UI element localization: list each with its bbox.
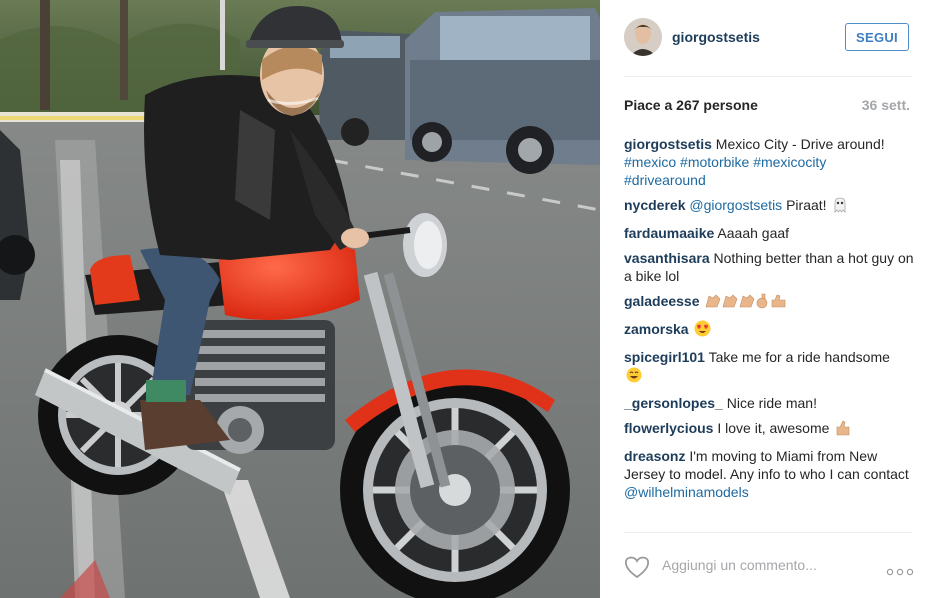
comment-item: dreasonz I'm moving to Miami from New Je… bbox=[624, 447, 916, 501]
comments-list: giorgostsetis Mexico City - Drive around… bbox=[624, 135, 916, 508]
hashtag[interactable]: #mexicocity bbox=[753, 154, 826, 170]
comment-item: _gersonlopes_ Nice ride man! bbox=[624, 394, 916, 412]
avatar[interactable] bbox=[624, 18, 662, 56]
comment-username[interactable]: galadeesse bbox=[624, 293, 700, 309]
comment-username[interactable]: zamorska bbox=[624, 321, 689, 337]
comment-item: flowerlycious I love it, awesome bbox=[624, 419, 916, 440]
comment-username[interactable]: _gersonlopes_ bbox=[624, 395, 723, 411]
mention[interactable]: @wilhelminamodels bbox=[624, 484, 749, 500]
hashtag[interactable]: #motorbike bbox=[680, 154, 749, 170]
comment-text: Nice ride man! bbox=[726, 395, 817, 411]
post-sidebar: giorgostsetis SEGUI Piace a 267 persone … bbox=[600, 0, 937, 598]
add-comment-input[interactable]: Aggiungi un commento... bbox=[662, 557, 872, 573]
motorcycle-photo bbox=[0, 0, 600, 598]
comment-username[interactable]: fardaumaaike bbox=[624, 225, 714, 241]
clap-emoji-icon bbox=[705, 293, 789, 313]
caption-text: Mexico City - Drive around! bbox=[715, 136, 885, 152]
more-options-icon[interactable] bbox=[886, 563, 914, 576]
ghost-emoji-icon bbox=[832, 197, 848, 217]
comment-item: nycderek @giorgostsetis Piraat! bbox=[624, 196, 916, 217]
post-time[interactable]: 36 sett. bbox=[862, 97, 910, 113]
comment-text: Piraat! bbox=[786, 197, 827, 213]
comment-text: Take me for a ride handsome bbox=[708, 349, 890, 365]
comment-item: galadeesse bbox=[624, 292, 916, 313]
mention[interactable]: @giorgostsetis bbox=[689, 197, 782, 213]
avatar-image-icon bbox=[624, 18, 662, 56]
caption: giorgostsetis Mexico City - Drive around… bbox=[624, 135, 916, 189]
divider bbox=[624, 532, 912, 533]
comment-username[interactable]: nycderek bbox=[624, 197, 685, 213]
comment-username[interactable]: spicegirl101 bbox=[624, 349, 705, 365]
comment-username[interactable]: flowerlycious bbox=[624, 420, 713, 436]
divider bbox=[624, 76, 912, 77]
comment-item: zamorska bbox=[624, 320, 916, 341]
comment-item: fardaumaaike Aaaah gaaf bbox=[624, 224, 916, 242]
follow-button[interactable]: SEGUI bbox=[845, 23, 909, 51]
heart-eyes-emoji-icon bbox=[694, 320, 711, 341]
hashtag[interactable]: #drivearound bbox=[624, 172, 706, 188]
likes-count[interactable]: Piace a 267 persone bbox=[624, 97, 758, 113]
post-username[interactable]: giorgostsetis bbox=[672, 29, 760, 45]
heart-outline-icon[interactable] bbox=[624, 555, 650, 579]
post-header: giorgostsetis SEGUI bbox=[600, 0, 937, 76]
comment-username[interactable]: giorgostsetis bbox=[624, 136, 712, 152]
comment-username[interactable]: dreasonz bbox=[624, 448, 685, 464]
instagram-post: giorgostsetis SEGUI Piace a 267 persone … bbox=[0, 0, 937, 598]
comment-text: Aaaah gaaf bbox=[717, 225, 790, 241]
comment-text: I love it, awesome bbox=[717, 420, 830, 436]
comment-username[interactable]: vasanthisara bbox=[624, 250, 710, 266]
post-photo[interactable] bbox=[0, 0, 600, 598]
comment-item: spicegirl101 Take me for a ride handsome bbox=[624, 348, 916, 387]
thumbs-up-emoji-icon bbox=[835, 420, 851, 440]
smile-emoji-icon bbox=[626, 367, 642, 387]
comment-item: vasanthisara Nothing better than a hot g… bbox=[624, 249, 916, 285]
hashtag[interactable]: #mexico bbox=[624, 154, 676, 170]
